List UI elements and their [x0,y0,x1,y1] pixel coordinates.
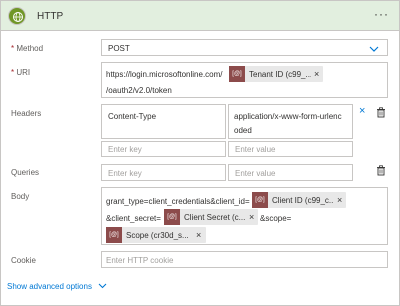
remove-token-icon[interactable]: × [337,195,342,205]
header-key-placeholder: Enter key [108,145,142,154]
required-marker: * [11,44,15,53]
header-value-input[interactable]: Enter value [228,141,353,157]
method-label: * Method [11,44,43,53]
query-value-input[interactable]: Enter value [228,164,353,181]
method-value: POST [108,44,130,53]
remove-header-icon[interactable]: × [359,105,365,117]
cookie-input[interactable]: Enter HTTP cookie [101,251,388,268]
header-value-line1: application/x-www-form-urlenc [234,112,342,121]
show-advanced-options-link[interactable]: Show advanced options [7,282,92,291]
variable-icon: [@] [252,192,268,208]
chevron-down-icon[interactable] [98,283,107,289]
action-title: HTTP [37,11,64,22]
uri-suffix-text: /oauth2/v2.0/token [106,86,172,95]
variable-icon: [@] [229,66,245,82]
token-label: Tenant ID (c99_... [249,70,311,79]
dynamic-content-token[interactable]: [@] Client Secret (c... × [164,209,258,225]
queries-label: Queries [11,168,40,177]
body-input[interactable]: grant_type=client_credentials&client_id=… [101,187,388,245]
chevron-down-icon [369,46,379,52]
method-dropdown[interactable]: POST [101,39,388,56]
cookie-label: Cookie [11,256,36,265]
cookie-placeholder: Enter HTTP cookie [106,256,174,265]
trash-icon[interactable] [376,107,386,118]
header-key-field[interactable]: Content-Type [101,104,226,139]
remove-token-icon[interactable]: × [314,69,319,79]
body-label: Body [11,192,30,201]
globe-icon [8,7,26,25]
method-label-text: Method [16,44,44,53]
variable-icon: [@] [164,209,180,225]
query-key-input[interactable]: Enter key [101,164,226,181]
header-key-input[interactable]: Enter key [101,141,226,157]
uri-label: * URI [11,68,30,77]
header-value-field[interactable]: application/x-www-form-urlenc oded [228,104,353,139]
body-text-1: grant_type=client_credentials&client_id= [106,197,250,206]
variable-icon: [@] [106,227,122,243]
dynamic-content-token[interactable]: [@] Scope (cr30d_s... × [106,227,206,243]
action-header[interactable]: HTTP ··· [1,1,399,31]
uri-input[interactable]: https://login.microsoftonline.com/ [@] T… [101,62,388,98]
trash-icon[interactable] [376,165,386,176]
headers-label: Headers [11,109,42,118]
query-value-placeholder: Enter value [235,169,276,178]
dynamic-content-token[interactable]: [@] Client ID (c99_c... × [252,192,346,208]
uri-prefix-text: https://login.microsoftonline.com/ [106,70,223,79]
more-options-icon[interactable]: ··· [374,7,389,21]
remove-token-icon[interactable]: × [196,230,201,240]
body-text-3: &scope= [260,214,292,223]
token-label: Scope (cr30d_s... [126,231,189,240]
http-action-card: HTTP ··· * Method POST * URI https://log… [0,0,400,306]
token-label: Client ID (c99_c... [272,196,334,205]
body-text-2: &client_secret= [106,214,161,223]
uri-label-text: URI [16,68,31,77]
query-key-placeholder: Enter key [108,169,142,178]
header-value-line2: oded [234,126,252,135]
dynamic-content-token[interactable]: [@] Tenant ID (c99_... × [229,66,323,82]
header-key-value: Content-Type [108,112,157,121]
required-marker: * [11,68,15,77]
remove-token-icon[interactable]: × [249,212,254,222]
header-value-placeholder: Enter value [235,145,276,154]
token-label: Client Secret (c... [184,213,246,222]
